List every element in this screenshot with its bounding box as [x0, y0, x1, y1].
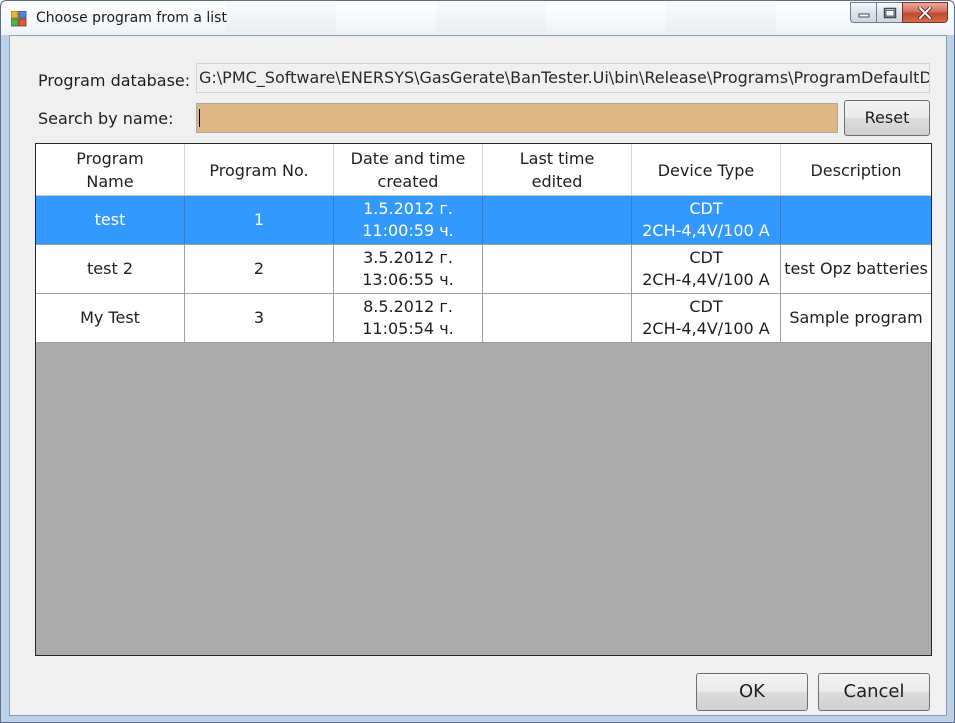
program-database-label: Program database:: [38, 71, 191, 90]
program-database-path: G:\PMC_Software\ENERSYS\GasGerate\BanTes…: [196, 63, 930, 93]
minimize-button[interactable]: [850, 2, 876, 23]
column-header-program-no[interactable]: Program No.: [185, 144, 334, 196]
cell-last-edited: [483, 196, 632, 244]
caption-buttons: [850, 2, 948, 23]
cell-device-type: CDT 2CH-4,4V/100 A: [632, 294, 781, 342]
column-header-date-created[interactable]: Date and time created: [334, 144, 483, 196]
grid-body: test 1 1.5.2012 г. 11:00:59 ч. CDT 2CH-4,4…: [36, 196, 931, 343]
cell-description: test Opz batteries: [784, 259, 928, 278]
maximize-button[interactable]: [876, 2, 902, 23]
background-ghost: [226, 1, 336, 35]
column-header-last-edited[interactable]: Last time edited: [483, 144, 632, 196]
dialog-window: Choose program from a list Program datab…: [0, 0, 955, 723]
close-button[interactable]: [902, 2, 948, 23]
cell-program-name: test: [36, 196, 185, 244]
minimize-icon: [858, 13, 869, 17]
text-caret: [199, 109, 200, 127]
column-header-program-name[interactable]: Program Name: [36, 144, 185, 196]
cell-date-created: 1.5.2012 г. 11:00:59 ч.: [334, 196, 483, 244]
search-by-name-label: Search by name:: [38, 109, 174, 128]
cell-date-created: 3.5.2012 г. 13:06:55 ч.: [334, 245, 483, 293]
column-header-description[interactable]: Description: [781, 144, 931, 196]
table-row[interactable]: test 2 2 3.5.2012 г. 13:06:55 ч. CDT 2CH-4…: [36, 245, 931, 294]
cell-program-no: 1: [185, 196, 334, 244]
search-input[interactable]: [196, 103, 838, 133]
cell-description: Sample program: [789, 308, 923, 327]
cancel-button[interactable]: Cancel: [818, 673, 930, 711]
cell-description: [781, 196, 931, 244]
table-row[interactable]: test 1 1.5.2012 г. 11:00:59 ч. CDT 2CH-4,4…: [36, 196, 931, 245]
cell-program-no: 2: [185, 245, 334, 293]
window-title: Choose program from a list: [36, 10, 227, 26]
cell-device-type: CDT 2CH-4,4V/100 A: [632, 196, 781, 244]
column-header-device-type[interactable]: Device Type: [632, 144, 781, 196]
grid-header: Program Name Program No. Date and time cre…: [36, 144, 931, 196]
reset-button[interactable]: Reset: [844, 100, 930, 136]
cell-device-type: CDT 2CH-4,4V/100 A: [632, 245, 781, 293]
cell-program-name: My Test: [36, 294, 185, 342]
dialog-client-area: Program database: G:\PMC_Software\ENERSY…: [9, 35, 947, 716]
title-bar[interactable]: Choose program from a list: [1, 1, 954, 35]
ok-button[interactable]: OK: [696, 673, 808, 711]
cell-date-created: 8.5.2012 г. 11:05:54 ч.: [334, 294, 483, 342]
table-row[interactable]: My Test 3 8.5.2012 г. 11:05:54 ч. CDT 2CH-…: [36, 294, 931, 343]
background-ghost: [436, 1, 546, 35]
cell-program-no: 3: [185, 294, 334, 342]
program-grid[interactable]: Program Name Program No. Date and time cre…: [35, 143, 932, 656]
app-icon: [11, 11, 27, 27]
close-icon: [918, 6, 932, 19]
cell-program-name: test 2: [36, 245, 185, 293]
background-ghost: [666, 1, 776, 35]
cell-last-edited: [483, 294, 632, 342]
cell-last-edited: [483, 245, 632, 293]
maximize-icon: [883, 7, 896, 18]
